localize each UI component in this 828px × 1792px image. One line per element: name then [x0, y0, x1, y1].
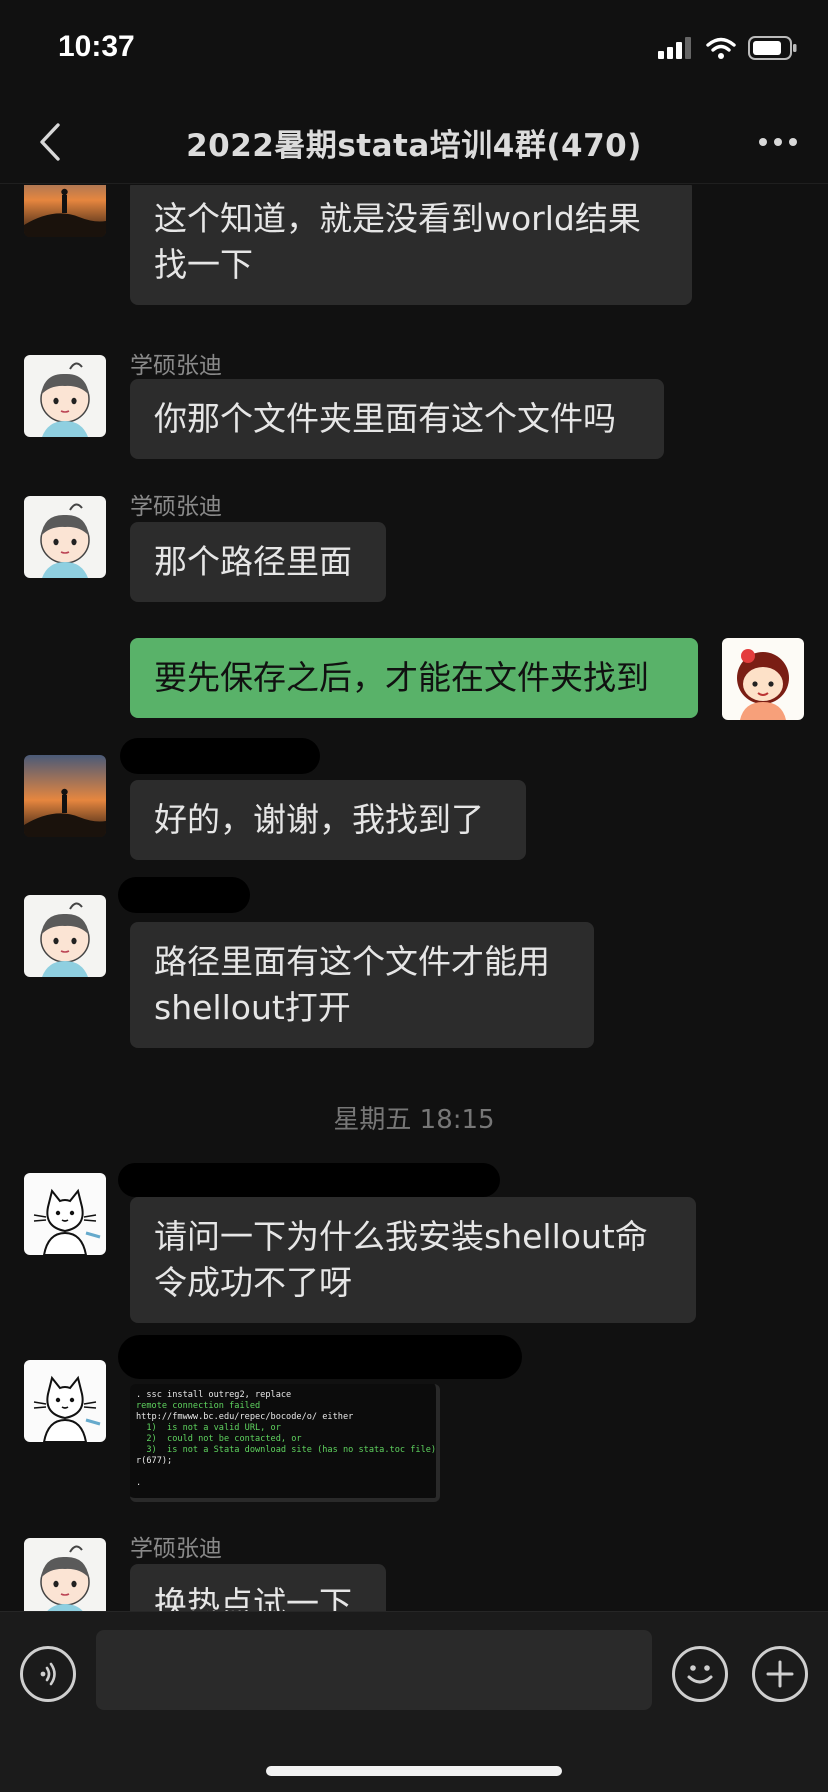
status-icons	[658, 36, 798, 64]
more-dots-icon	[759, 138, 797, 146]
stata-output: . ssc install outreg2, replace remote con…	[136, 1390, 440, 1489]
child-avatar[interactable]	[24, 496, 106, 578]
message-bubble[interactable]: 好的，谢谢，我找到了	[130, 780, 526, 860]
sunset-avatar[interactable]	[24, 755, 106, 837]
nav-bar: 2022暑期stata培训4群(470)	[0, 100, 828, 184]
message-bubble[interactable]: 你那个文件夹里面有这个文件吗	[130, 379, 664, 459]
message-bubble[interactable]: 请问一下为什么我安装shellout命 令成功不了呀	[130, 1197, 696, 1323]
stata-output-line: . ssc install outreg2, replace	[136, 1390, 292, 1400]
home-indicator	[266, 1766, 562, 1776]
signal-icon	[658, 37, 694, 63]
chevron-left-icon	[40, 123, 60, 161]
voice-icon	[40, 1662, 56, 1686]
image-message[interactable]: . ssc install outreg2, replace remote con…	[130, 1384, 440, 1502]
more-button[interactable]	[746, 114, 810, 170]
wifi-icon	[706, 37, 736, 63]
message-bubble[interactable]: 那个路径里面	[130, 522, 386, 602]
sunset-avatar[interactable]	[24, 185, 106, 237]
child-avatar[interactable]	[24, 355, 106, 437]
stata-output-line: r(677);	[136, 1456, 173, 1466]
status-time: 10:37	[58, 30, 135, 63]
sender-name: 学硕张迪	[130, 494, 222, 520]
chat-title: 2022暑期stata培训4群(470)	[186, 128, 642, 164]
back-button[interactable]	[22, 114, 78, 170]
redacted-name	[120, 738, 320, 774]
sender-name: 学硕张迪	[130, 1536, 222, 1562]
redacted-name	[118, 1163, 500, 1197]
stata-output-line	[136, 1467, 430, 1478]
cat-avatar[interactable]	[24, 1173, 106, 1255]
child-avatar[interactable]	[24, 895, 106, 977]
redacted-name	[118, 1335, 522, 1379]
stata-output-line: remote connection failed	[136, 1401, 261, 1411]
cartoon-girl-avatar[interactable]	[722, 638, 804, 720]
chat-area[interactable]: 这个知道，就是没看到world结果 找一下 学硕张迪 你那个文件夹里面有这个文件…	[0, 185, 828, 1611]
voice-button[interactable]	[20, 1646, 76, 1702]
input-bar	[0, 1611, 828, 1792]
child-avatar[interactable]	[24, 1538, 106, 1611]
stata-output-line: .	[136, 1478, 142, 1488]
message-bubble[interactable]: 换热点试一下	[130, 1564, 386, 1611]
message-input[interactable]	[96, 1630, 652, 1710]
sender-name: 学硕张迪	[130, 353, 222, 379]
stata-output-line: 1) is not a valid URL, or	[136, 1423, 281, 1433]
status-bar: 10:37	[0, 0, 828, 100]
cat-avatar[interactable]	[24, 1360, 106, 1442]
time-divider: 星期五 18:15	[333, 1105, 495, 1135]
message-bubble[interactable]: 路径里面有这个文件才能用 shellout打开	[130, 922, 594, 1048]
stata-output-line: http://fmwww.bc.edu/repec/bocode/o/ eith…	[136, 1412, 354, 1422]
plus-button[interactable]	[752, 1646, 808, 1702]
message-bubble[interactable]: 这个知道，就是没看到world结果 找一下	[130, 185, 692, 305]
plus-icon	[766, 1660, 794, 1688]
battery-icon	[748, 36, 798, 64]
emoji-button[interactable]	[672, 1646, 728, 1702]
stata-output-line: 3) is not a Stata download site (has no …	[136, 1445, 440, 1455]
emoji-icon	[687, 1665, 713, 1684]
stata-output-line: 2) could not be contacted, or	[136, 1434, 302, 1444]
message-bubble-self[interactable]: 要先保存之后，才能在文件夹找到	[130, 638, 698, 718]
redacted-name	[118, 877, 250, 913]
